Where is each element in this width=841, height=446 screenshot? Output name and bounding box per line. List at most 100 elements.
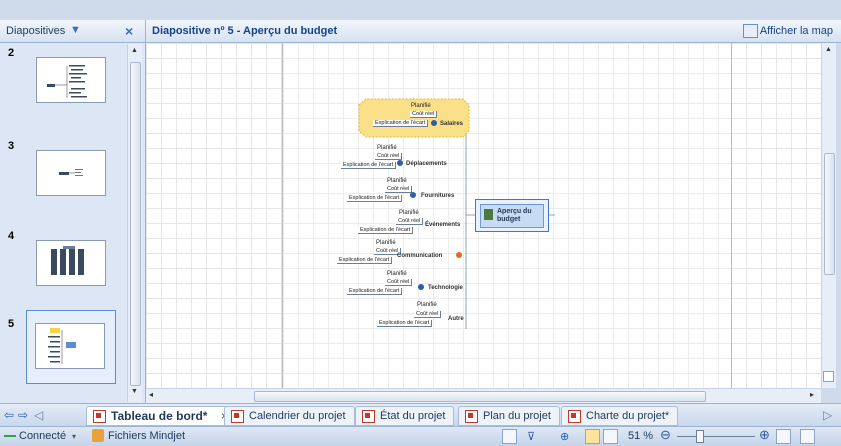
slide-3-preview xyxy=(59,169,83,176)
tab-tableau-de-bord[interactable]: Tableau de bord* × xyxy=(86,406,237,426)
scroll-up-icon[interactable]: ▲ xyxy=(131,47,138,54)
canvas-horizontal-scrollbar-thumb[interactable] xyxy=(254,391,706,402)
leaf-explication[interactable]: Explication de l'écart xyxy=(358,227,414,234)
branch-fournitures[interactable]: Fournitures xyxy=(421,193,454,199)
slide-thumbnail-5[interactable] xyxy=(35,323,105,369)
slide-4-preview xyxy=(51,246,84,275)
leaf-planifie[interactable]: Planifié xyxy=(387,178,407,184)
slide-number-5: 5 xyxy=(8,318,15,330)
tab-label: Plan du projet xyxy=(483,410,551,422)
view-toggle-icon[interactable] xyxy=(502,429,517,444)
zoom-slider-thumb[interactable] xyxy=(696,430,704,443)
leaf-cout-reel[interactable]: Coût réel xyxy=(410,111,438,118)
map-view-icon[interactable]: ⊕ xyxy=(560,430,569,443)
slides-scrollbar[interactable]: ▲ ▼ xyxy=(127,44,142,402)
mindmap-file-icon xyxy=(93,410,106,423)
chevron-down-icon[interactable]: ▾ xyxy=(72,432,76,441)
slide-header: Diapositive nº 5 - Aperçu du budget Affi… xyxy=(146,20,841,43)
tab-charte[interactable]: Charte du projet* xyxy=(561,406,679,426)
slide-thumbnail-2[interactable] xyxy=(36,57,106,103)
mindmap-file-icon xyxy=(362,410,375,423)
branch-technologie[interactable]: Technologie xyxy=(428,285,463,291)
tab-etat[interactable]: État du projet xyxy=(355,406,455,426)
tab-label: Tableau de bord* xyxy=(111,409,208,423)
slide-number-3: 3 xyxy=(8,140,15,152)
leaf-cout-reel[interactable]: Coût réel xyxy=(414,311,442,318)
scroll-up-icon[interactable]: ▲ xyxy=(825,46,832,53)
priority-icon xyxy=(456,252,462,258)
leaf-cout-reel[interactable]: Coût réel xyxy=(375,153,403,160)
split-view-icon[interactable] xyxy=(823,371,834,382)
branch-autre[interactable]: Autre xyxy=(448,316,464,322)
zoom-out-icon[interactable]: ⊖ xyxy=(660,427,671,443)
slide-canvas[interactable]: Aperçu du budget Planifié Coût réel Expl… xyxy=(146,43,821,388)
forward-icon[interactable]: ⇨ xyxy=(18,408,28,422)
filter-icon[interactable]: ⊽ xyxy=(527,430,535,443)
zoom-in-icon[interactable]: ⊕ xyxy=(759,427,770,443)
layout-icon[interactable] xyxy=(800,429,815,444)
slides-scrollbar-thumb[interactable] xyxy=(130,62,141,386)
connection-status-icon xyxy=(4,435,16,437)
canvas-vertical-scrollbar-thumb[interactable] xyxy=(824,153,835,275)
canvas-vertical-scrollbar[interactable]: ▲ xyxy=(821,43,836,388)
central-topic-inner: Aperçu du budget xyxy=(480,204,544,228)
leaf-explication[interactable]: Explication de l'écart xyxy=(337,257,393,264)
slide-thumbnail-5-selected[interactable] xyxy=(26,310,116,384)
central-topic[interactable]: Aperçu du budget xyxy=(475,199,549,232)
leaf-cout-reel[interactable]: Coût réel xyxy=(385,186,413,193)
slide-view-icon[interactable] xyxy=(585,429,600,444)
leaf-explication[interactable]: Explication de l'écart xyxy=(347,288,403,295)
leaf-explication[interactable]: Explication de l'écart xyxy=(377,320,433,327)
tab-scroll-left-icon[interactable]: ◁ xyxy=(34,408,43,422)
leaf-explication[interactable]: Explication de l'écart xyxy=(341,162,397,169)
branch-deplacements[interactable]: Déplacements xyxy=(406,161,447,167)
progress-icon xyxy=(410,192,416,198)
connection-status[interactable]: Connecté xyxy=(19,430,66,442)
scroll-right-icon[interactable]: ▸ xyxy=(810,390,814,399)
fit-map-icon[interactable] xyxy=(776,429,791,444)
leaf-planifie[interactable]: Planifié xyxy=(376,240,396,246)
zoom-level[interactable]: 51 % xyxy=(628,430,653,442)
leaf-cout-reel[interactable]: Coût réel xyxy=(396,218,424,225)
chevron-down-icon[interactable]: ▼ xyxy=(70,24,81,36)
slide-thumbnail-3[interactable] xyxy=(36,150,106,196)
branch-communication[interactable]: Communication xyxy=(397,253,442,259)
status-icon xyxy=(397,160,403,166)
slide-page[interactable]: Aperçu du budget Planifié Coût réel Expl… xyxy=(282,43,732,388)
branch-salaires[interactable]: Salaires xyxy=(440,121,463,127)
leaf-planifie[interactable]: Planifié xyxy=(411,103,431,109)
canvas-horizontal-scrollbar[interactable]: ◂ ▸ xyxy=(146,388,821,403)
tab-calendrier[interactable]: Calendrier du projet xyxy=(224,406,355,426)
map-icon[interactable] xyxy=(743,24,758,38)
mindmap-file-icon xyxy=(231,410,244,423)
slide-number-4: 4 xyxy=(8,230,15,242)
tab-scroll-right-icon[interactable]: ▷ xyxy=(823,408,832,422)
tab-plan[interactable]: Plan du projet xyxy=(458,406,560,426)
show-map-button[interactable]: Afficher la map xyxy=(760,25,833,37)
branch-evenements[interactable]: Événements xyxy=(425,222,460,228)
mindjet-files-link[interactable]: Fichiers Mindjet xyxy=(108,430,185,442)
slides-panel-title: Diapositives xyxy=(6,25,66,37)
scroll-left-icon[interactable]: ◂ xyxy=(149,390,153,399)
slides-panel-header: Diapositives ▼ × xyxy=(0,20,145,43)
close-icon[interactable]: × xyxy=(125,23,133,39)
zoom-slider[interactable] xyxy=(677,436,755,437)
leaf-cout-reel[interactable]: Coût réel xyxy=(385,279,413,286)
leaf-explication[interactable]: Explication de l'écart xyxy=(373,120,429,127)
progress-icon xyxy=(418,284,424,290)
leaf-planifie[interactable]: Planifié xyxy=(399,210,419,216)
scroll-down-icon[interactable]: ▼ xyxy=(131,388,138,395)
back-icon[interactable]: ⇦ xyxy=(4,408,14,422)
mindjet-files-icon xyxy=(92,429,104,442)
spreadsheet-icon xyxy=(484,209,493,220)
outline-view-icon[interactable] xyxy=(603,429,618,444)
leaf-planifie[interactable]: Planifié xyxy=(387,271,407,277)
leaf-explication[interactable]: Explication de l'écart xyxy=(347,195,403,202)
status-icon xyxy=(431,120,437,126)
document-tabs-bar: ⇦ ⇨ ◁ Tableau de bord* × Calendrier du p… xyxy=(0,403,841,426)
leaf-planifie[interactable]: Planifié xyxy=(377,145,397,151)
leaf-planifie[interactable]: Planifié xyxy=(417,302,437,308)
slide-thumbnail-4[interactable] xyxy=(36,240,106,286)
slide-2-preview xyxy=(47,65,87,98)
mindmap-file-icon xyxy=(465,410,478,423)
